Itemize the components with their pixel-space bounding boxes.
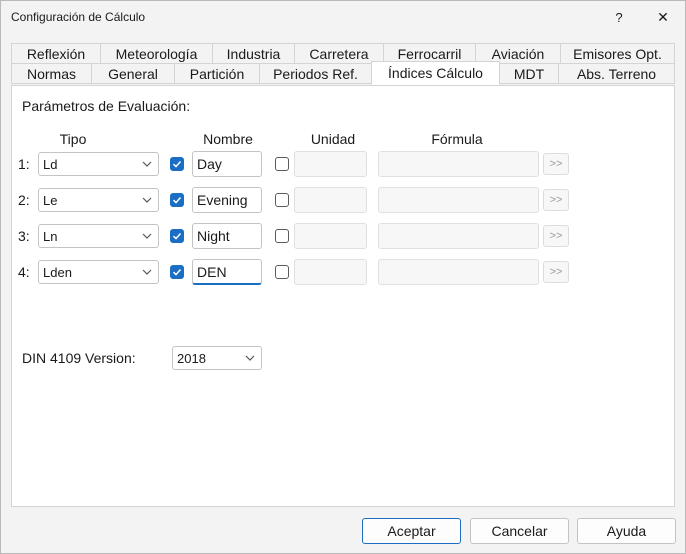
chevron-down-icon (245, 355, 255, 361)
formula-expand-button[interactable]: >> (543, 225, 569, 247)
tab-abs-terreno[interactable]: Abs. Terreno (558, 63, 675, 84)
help-button[interactable]: Ayuda (577, 518, 676, 544)
formula-input[interactable] (378, 223, 539, 249)
nombre-checkbox[interactable] (170, 157, 184, 171)
nombre-input-value: DEN (197, 264, 227, 280)
row-index: 3: (18, 228, 30, 244)
section-label: Parámetros de Evaluación: (22, 98, 191, 114)
chevron-down-icon (142, 197, 152, 203)
formula-input[interactable] (378, 259, 539, 285)
tipo-select-value: Lden (43, 265, 72, 280)
formula-input[interactable] (378, 151, 539, 177)
dialog-window: Configuración de Cálculo ? ✕ Reflexión M… (0, 0, 686, 554)
nombre-checkbox[interactable] (170, 229, 184, 243)
header-tipo: Tipo (59, 131, 87, 147)
row-index: 1: (18, 156, 30, 172)
tab-emisores-opt[interactable]: Emisores Opt. (560, 43, 675, 64)
chevron-down-icon (142, 269, 152, 275)
tab-general[interactable]: General (91, 63, 175, 84)
unidad-input[interactable] (294, 259, 367, 285)
check-icon (172, 269, 182, 276)
help-title-button[interactable]: ? (597, 1, 641, 33)
formula-input[interactable] (378, 187, 539, 213)
nombre-checkbox[interactable] (170, 193, 184, 207)
cancel-button[interactable]: Cancelar (470, 518, 569, 544)
tipo-select[interactable]: Ln (38, 224, 159, 248)
tipo-select[interactable]: Lden (38, 260, 159, 284)
tab-mdt[interactable]: MDT (499, 63, 559, 84)
nombre-input[interactable]: Night (192, 223, 262, 249)
nombre-input-value: Night (197, 228, 230, 244)
nombre-input[interactable]: DEN (192, 259, 262, 285)
nombre-input-value: Evening (197, 192, 248, 208)
check-icon (172, 161, 182, 168)
tab-industria[interactable]: Industria (212, 43, 295, 64)
unidad-input[interactable] (294, 151, 367, 177)
din-version-value: 2018 (177, 351, 206, 366)
check-icon (172, 233, 182, 240)
tab-indices-calculo[interactable]: Índices Cálculo (371, 61, 500, 85)
nombre-input-value: Day (197, 156, 222, 172)
unidad-checkbox[interactable] (275, 229, 289, 243)
tab-particion[interactable]: Partición (174, 63, 260, 84)
unidad-checkbox[interactable] (275, 193, 289, 207)
tab-panel-indices: Parámetros de Evaluación: Tipo Nombre Un… (11, 85, 675, 507)
header-nombre: Nombre (203, 131, 253, 147)
nombre-input[interactable]: Day (192, 151, 262, 177)
formula-expand-button[interactable]: >> (543, 261, 569, 283)
window-title: Configuración de Cálculo (11, 10, 146, 24)
tab-meteorologia[interactable]: Meteorología (100, 43, 213, 64)
formula-expand-button[interactable]: >> (543, 153, 569, 175)
tipo-select-value: Le (43, 193, 58, 208)
tipo-select-value: Ln (43, 229, 58, 244)
check-icon (172, 197, 182, 204)
accept-button[interactable]: Aceptar (362, 518, 461, 544)
unidad-checkbox[interactable] (275, 265, 289, 279)
tipo-select[interactable]: Le (38, 188, 159, 212)
unidad-input[interactable] (294, 223, 367, 249)
din-version-label: DIN 4109 Version: (22, 350, 136, 366)
tipo-select[interactable]: Ld (38, 152, 159, 176)
unidad-input[interactable] (294, 187, 367, 213)
header-unidad: Unidad (310, 131, 356, 147)
header-formula: Fórmula (431, 131, 483, 147)
close-button[interactable]: ✕ (641, 1, 685, 33)
row-index: 4: (18, 264, 30, 280)
chevron-down-icon (142, 161, 152, 167)
tab-periodos-ref[interactable]: Periodos Ref. (259, 63, 372, 84)
formula-expand-button[interactable]: >> (543, 189, 569, 211)
title-bar: Configuración de Cálculo ? ✕ (1, 1, 685, 33)
tab-reflexion[interactable]: Reflexión (11, 43, 101, 64)
unidad-checkbox[interactable] (275, 157, 289, 171)
tab-normas[interactable]: Normas (11, 63, 92, 84)
din-version-select[interactable]: 2018 (172, 346, 262, 370)
nombre-input[interactable]: Evening (192, 187, 262, 213)
nombre-checkbox[interactable] (170, 265, 184, 279)
row-index: 2: (18, 192, 30, 208)
chevron-down-icon (142, 233, 152, 239)
tipo-select-value: Ld (43, 157, 58, 172)
